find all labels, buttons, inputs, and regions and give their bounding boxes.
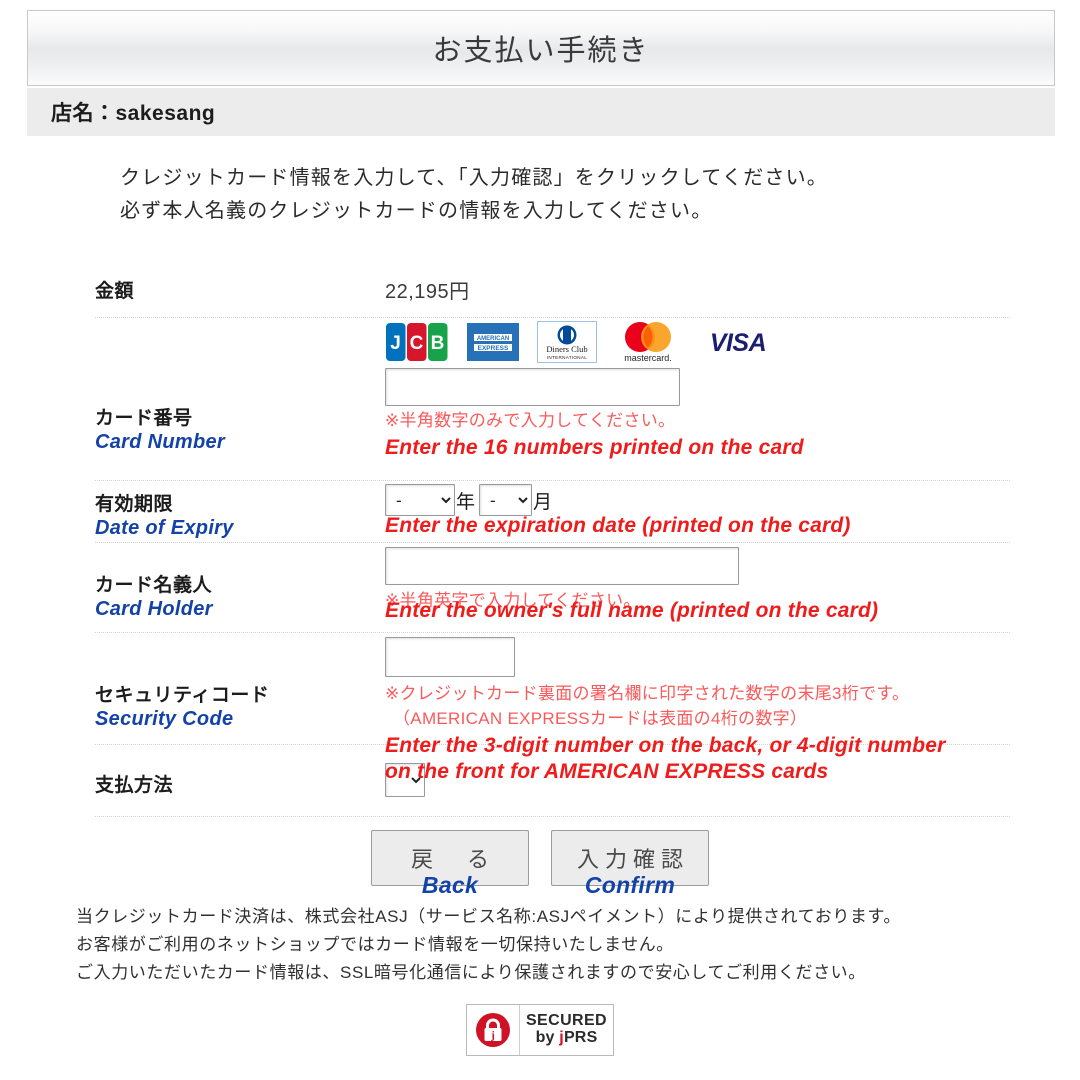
footer-notice: 当クレジットカード決済は、株式会社ASJ（サービス名称:ASJペイメント）により… [76,903,1036,987]
svg-text:INTERNATIONAL: INTERNATIONAL [547,355,587,360]
expiry-note-en: Enter the expiration date (printed on th… [385,514,851,537]
payment-method-value-cell: Enter the 3-digit number on the back, or… [385,734,1010,797]
card-number-value-cell: J C B AMERICAN EXPRESS Diners Club INTER… [385,318,1010,459]
card-number-input[interactable] [385,368,680,406]
confirm-button-label-en: Confirm [584,872,676,898]
expiry-value-cell: - 年 - 月 Enter the expiration date (print… [385,481,1010,537]
expiry-label-en: Date of Expiry [95,517,234,539]
security-code-label-en: Security Code [95,708,234,730]
expiry-month-suffix: 月 [533,491,553,513]
amex-logo: AMERICAN EXPRESS [467,323,519,361]
card-number-note-ja: ※半角数字のみで入力してください。 [385,411,676,430]
shop-name-label: 店名：sakesang [51,102,216,125]
row-expiry: 有効期限 Date of Expiry - 年 - 月 Enter the ex… [95,481,1010,543]
card-holder-label-en: Card Holder [95,598,213,620]
payment-method-label: 支払方法 [95,775,174,796]
row-card-number: カード番号 Card Number J C B AMERICAN EXPRESS… [95,318,1010,481]
svg-text:mastercard.: mastercard. [624,353,672,363]
security-code-note-ja-2: （AMERICAN EXPRESSカードは表面の4桁の数字） [393,709,808,728]
page-title: お支払い手続き [432,35,650,67]
security-code-input[interactable] [385,637,515,677]
row-payment-method: 支払方法 Enter the 3-digit number on the bac… [95,734,1010,817]
security-code-note-ja-1: ※クレジットカード裏面の署名欄に印字された数字の末尾3桁です。 [385,684,910,703]
row-security-code: セキュリティコード Security Code ※クレジットカード裏面の署名欄に… [95,633,1010,745]
form-actions: 戻 る Back 入力確認 Confirm [0,830,1080,898]
svg-text:Diners Club: Diners Club [546,344,587,354]
svg-text:J: J [390,333,401,354]
svg-text:AMERICAN: AMERICAN [477,336,509,342]
expiry-year-select[interactable]: - [385,484,455,516]
footer-line-2: お客様がご利用のネットショップではカード情報を一切保持いたしません。 [76,935,674,954]
expiry-month-select[interactable]: - [479,484,533,516]
amount-label-cell: 金額 [95,276,385,303]
seal-jprs-label: by jPRS [535,1029,598,1047]
shop-name-bar: 店名：sakesang [27,88,1055,136]
expiry-selects: - 年 - 月 [385,484,1010,516]
jprs-secured-seal: j SECURED by jPRS [466,1004,614,1056]
mastercard-logo: mastercard. [624,322,672,363]
payment-page: お支払い手続き 店名：sakesang クレジットカード情報を入力して、「入力確… [0,0,1080,1080]
security-code-label-ja: セキュリティコード [95,685,270,706]
back-button[interactable]: 戻 る Back [371,830,529,898]
svg-text:EXPRESS: EXPRESS [478,345,509,352]
row-card-holder: カード名義人 Card Holder ※半角英字で入力してください。 Enter… [95,543,1010,633]
svg-text:B: B [431,333,445,354]
amount-value-cell: 22,195円 [385,275,1010,304]
security-code-note-en-2: on the front for AMERICAN EXPRESS cards [385,760,829,783]
expiry-label-cell: 有効期限 Date of Expiry [95,481,385,540]
card-number-label-en: Card Number [95,431,225,453]
card-brand-logos: J C B AMERICAN EXPRESS Diners Club INTER… [385,320,1010,364]
security-code-value-cell: ※クレジットカード裏面の署名欄に印字された数字の末尾3桁です。 （AMERICA… [385,633,1010,731]
diners-club-logo: Diners Club INTERNATIONAL [537,321,597,363]
card-holder-value-cell: ※半角英字で入力してください。 Enter the owner's full n… [385,543,1010,622]
security-code-note-en-1: Enter the 3-digit number on the back, or… [385,734,946,757]
security-code-label-cell: セキュリティコード Security Code [95,633,385,731]
footer-line-3: ご入力いただいたカード情報は、SSL暗号化通信により保護されますので安心してご利… [76,963,866,982]
intro-text: クレジットカード情報を入力して、「入力確認」をクリックしてください。 必ず本人名… [120,162,1020,228]
card-holder-note-en: Enter the owner's full name (printed on … [385,599,879,622]
seal-jprs-prs: PRS [563,1029,598,1046]
seal-secured-label: SECURED [525,1012,608,1030]
back-button-label-ja: 戻 る [410,847,495,872]
payment-method-label-cell: 支払方法 [95,745,385,797]
card-number-note-en: Enter the 16 numbers printed on the card [385,436,804,459]
confirm-button[interactable]: 入力確認 Confirm [551,830,709,898]
confirm-button-label-ja: 入力確認 [576,847,689,872]
seal-by-text: by [535,1029,560,1046]
amount-value: 22,195円 [385,281,470,303]
seal-icon-cell: j [467,1005,520,1055]
card-number-label-cell: カード番号 Card Number [95,318,385,454]
back-button-label-en: Back [421,872,479,898]
row-amount: 金額 22,195円 [95,262,1010,318]
seal-text-cell: SECURED by jPRS [520,1005,613,1055]
footer-line-1: 当クレジットカード決済は、株式会社ASJ（サービス名称:ASJペイメント）により… [76,907,902,926]
card-holder-label-ja: カード名義人 [95,575,213,596]
svg-text:VISA: VISA [710,329,766,357]
expiry-label-ja: 有効期限 [95,494,174,515]
padlock-icon: j [476,1013,510,1047]
svg-text:j: j [490,1030,495,1042]
amount-label: 金額 [95,281,135,302]
visa-logo: VISA [710,329,767,357]
jcb-logo: J C B [386,323,448,361]
payment-form: 金額 22,195円 カード番号 Card Number J C B AMERI… [95,262,1010,817]
intro-line-2: 必ず本人名義のクレジットカードの情報を入力してください。 [120,200,713,222]
svg-text:C: C [410,333,424,354]
card-number-label-ja: カード番号 [95,408,193,429]
intro-line-1: クレジットカード情報を入力して、「入力確認」をクリックしてください。 [120,167,828,189]
card-holder-label-cell: カード名義人 Card Holder [95,543,385,621]
card-holder-input[interactable] [385,547,739,585]
expiry-year-suffix: 年 [456,491,476,513]
page-header: お支払い手続き [27,10,1055,86]
